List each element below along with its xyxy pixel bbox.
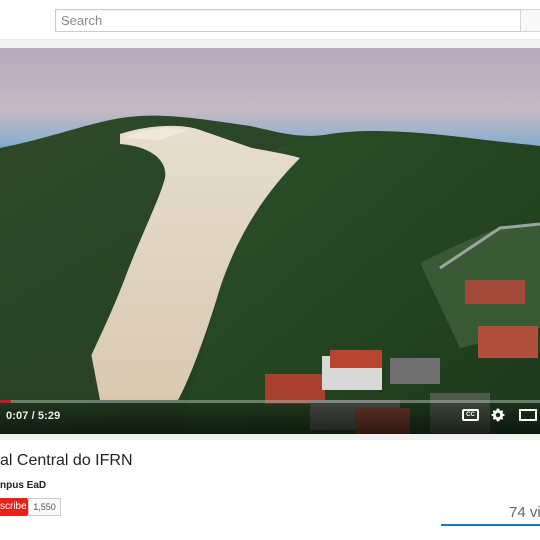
masthead [0,0,540,40]
video-title: al Central do IFRN [0,452,133,469]
video-info: al Central do IFRN npus EaD scribe 1,550… [0,440,540,540]
view-count: 74 vi [509,504,540,521]
video-frame [0,48,540,434]
progress-bar[interactable] [0,400,540,403]
subscriber-count: 1,550 [28,498,61,516]
search-button[interactable] [520,9,540,32]
video-player[interactable]: 0:07 / 5:29 CC [0,48,540,434]
search-input[interactable] [55,9,521,32]
sentiment-bar [441,524,540,526]
time-display: 0:07 / 5:29 [6,410,61,422]
channel-name[interactable]: npus EaD [0,480,46,491]
subscribe-button[interactable]: scribe [0,498,28,516]
player-controls [0,398,540,434]
progress-fill [0,400,12,403]
theater-mode-icon[interactable] [519,409,537,421]
gear-icon[interactable] [490,407,506,423]
closed-captions-icon[interactable]: CC [462,409,479,421]
